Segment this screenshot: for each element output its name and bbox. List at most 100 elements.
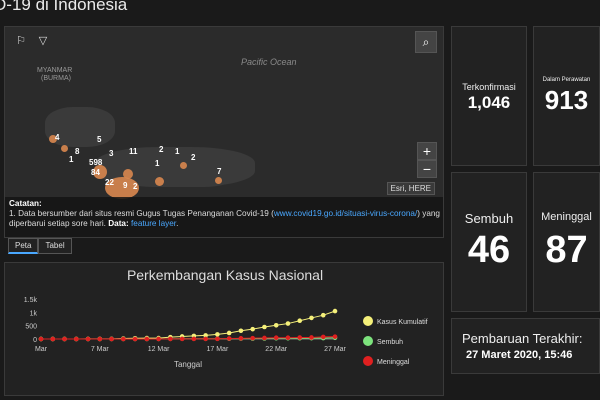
cluster-count: 4 — [55, 133, 60, 142]
confirmed-value: 1,046 — [467, 93, 511, 112]
cluster-count: 11 — [129, 147, 138, 156]
data-point — [132, 336, 138, 342]
recovered-panel: Sembuh 46 — [451, 172, 527, 312]
cluster-count: 22 — [105, 178, 114, 187]
legend-marker — [363, 356, 373, 366]
data-point — [226, 330, 232, 336]
deaths-panel: Meninggal 87 — [533, 172, 600, 312]
data-point — [215, 336, 220, 342]
map-panel[interactable]: ⚐ ▽ ⌕ MYANMAR (BURMA) Pacific Ocean 4 8 … — [4, 26, 444, 238]
recovered-label: Sembuh — [464, 211, 514, 226]
country-label: (BURMA) — [41, 75, 71, 82]
page-title: D-19 di Indonesia — [0, 0, 128, 14]
data-point — [250, 326, 255, 332]
feature-layer-link[interactable]: feature layer — [131, 219, 176, 228]
legend-marker — [363, 336, 373, 346]
update-panel: Pembaruan Terakhir: 27 Maret 2020, 15:46 — [451, 318, 600, 374]
data-point — [262, 335, 267, 341]
data-point — [320, 312, 326, 318]
treated-panel: Dalam Perawatan 913 — [533, 26, 600, 166]
y-tick-label: 1.5k — [24, 297, 38, 304]
cluster-count: 84 — [91, 168, 100, 177]
cluster-count: 598 — [89, 158, 103, 167]
trend-chart[interactable]: 0 500 1k 1.5k Mar 7 Mar 12 Mar 17 Mar 22 Mar 27 M… — [5, 263, 445, 397]
zoom-control: + − — [417, 142, 437, 178]
x-tick-label: 12 Mar — [148, 346, 170, 353]
data-point — [238, 328, 244, 334]
data-point — [38, 336, 44, 342]
recovered-value: 46 — [467, 229, 511, 271]
chevron-down-icon[interactable]: ▽ — [35, 33, 51, 49]
y-tick-label: 0 — [33, 337, 37, 344]
note-text: . — [176, 219, 179, 228]
case-cluster[interactable] — [215, 177, 222, 184]
confirmed-label: Terkonfirmasi — [462, 82, 516, 92]
cluster-count: 2 — [159, 145, 164, 154]
treated-value: 913 — [544, 85, 589, 115]
tab-peta[interactable]: Peta — [8, 238, 39, 254]
case-cluster[interactable] — [123, 169, 133, 179]
data-point — [179, 336, 185, 342]
basemap-icon[interactable]: ⚐ — [13, 33, 29, 49]
data-point — [320, 334, 326, 340]
x-tick-label: 27 Mar — [324, 346, 346, 353]
update-value: 27 Maret 2020, 15:46 — [466, 349, 573, 361]
source-link[interactable]: www.covid19.go.id/situasi-virus-corona/ — [274, 209, 417, 218]
tab-tabel[interactable]: Tabel — [38, 238, 72, 254]
search-icon[interactable]: ⌕ — [415, 31, 437, 53]
data-point — [73, 336, 79, 342]
data-point — [238, 336, 244, 341]
data-point — [332, 334, 338, 339]
data-point — [50, 336, 56, 342]
deaths-label: Meninggal — [541, 211, 592, 223]
confirmed-panel: Terkonfirmasi 1,046 — [451, 26, 527, 166]
x-tick-label: 17 Mar — [207, 346, 229, 353]
data-point — [297, 318, 303, 324]
update-label: Pembaruan Terakhir: — [462, 331, 583, 346]
cluster-count: 5 — [97, 135, 102, 144]
data-point — [285, 321, 291, 326]
data-point — [121, 336, 126, 342]
data-point — [85, 336, 91, 342]
x-axis-label: Tanggal — [174, 360, 202, 369]
map-attribution: Esri, HERE — [386, 182, 435, 195]
data-point — [262, 324, 267, 330]
zoom-in-button[interactable]: + — [417, 142, 437, 160]
x-tick-label: 22 Mar — [265, 346, 287, 353]
header-bar: D-19 di Indonesia — [0, 0, 600, 22]
data-point — [226, 336, 232, 341]
cluster-count: 2 — [133, 182, 138, 191]
case-cluster[interactable] — [180, 162, 187, 169]
cluster-count: 3 — [109, 149, 114, 158]
data-point — [203, 336, 208, 342]
cluster-count: 2 — [191, 153, 196, 162]
zoom-out-button[interactable]: − — [417, 160, 437, 178]
map-toolbar: ⚐ ▽ — [13, 33, 51, 49]
legend-label: Sembuh — [377, 339, 403, 346]
data-point — [297, 335, 303, 340]
data-point — [285, 335, 291, 340]
data-point — [332, 308, 338, 314]
cluster-count: 9 — [123, 181, 128, 190]
data-point — [168, 336, 173, 342]
map-notes: Catatan: 1. Data bersumber dari situs re… — [5, 197, 443, 237]
y-tick-label: 1k — [30, 310, 38, 317]
case-cluster[interactable] — [155, 177, 164, 186]
x-tick-label: 7 Mar — [91, 346, 110, 353]
data-point — [309, 315, 314, 321]
case-cluster[interactable] — [61, 145, 68, 152]
data-point — [62, 336, 67, 342]
dashboard: D-19 di Indonesia ⚐ ▽ ⌕ MYANMAR (BURMA) … — [0, 0, 600, 400]
note-text: 1. Data bersumber dari situs resmi Gugus… — [9, 209, 274, 218]
y-tick-label: 500 — [25, 324, 37, 331]
data-point — [309, 335, 314, 340]
series-line — [41, 310, 336, 340]
ocean-label: Pacific Ocean — [241, 57, 297, 67]
legend-label: Meninggal — [377, 359, 410, 366]
view-tabs: Peta Tabel — [8, 238, 72, 254]
data-point — [191, 336, 197, 342]
cluster-count: 1 — [155, 159, 160, 168]
chart-panel: Perkembangan Kasus Nasional 0 500 1k 1.5k Ma… — [4, 262, 444, 396]
data-point — [97, 336, 103, 342]
data-point — [215, 332, 220, 337]
